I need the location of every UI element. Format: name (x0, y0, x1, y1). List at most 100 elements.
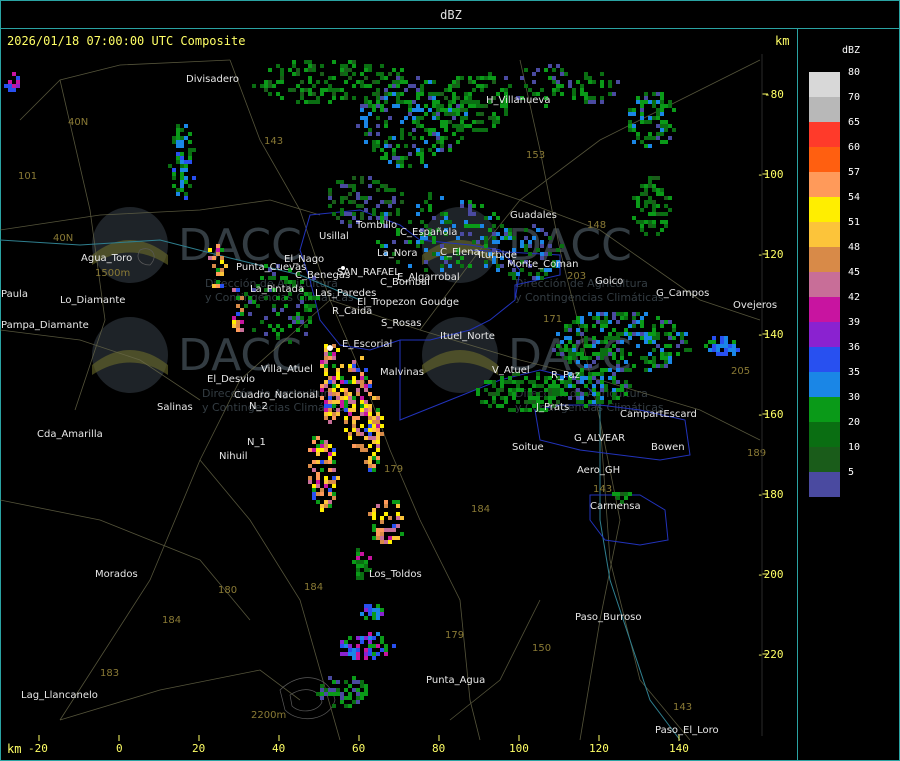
radar-echo-pixel (468, 104, 472, 108)
radar-echo-pixel (600, 356, 604, 360)
radar-echo-pixel (416, 88, 420, 92)
radar-echo-pixel (528, 88, 532, 92)
radar-echo-pixel (672, 128, 676, 132)
radar-echo-pixel (460, 264, 464, 268)
radar-echo-pixel (352, 380, 356, 384)
radar-echo-pixel (328, 84, 332, 88)
radar-echo-pixel (376, 428, 380, 432)
radar-echo-pixel (368, 432, 372, 436)
radar-echo-pixel (360, 696, 364, 700)
radar-echo-pixel (252, 84, 256, 88)
radar-echo-pixel (368, 408, 372, 412)
radar-echo-pixel (372, 528, 376, 532)
radar-echo-pixel (460, 108, 464, 112)
radar-echo-pixel (416, 108, 420, 112)
radar-echo-pixel (428, 204, 432, 208)
radar-echo-pixel (520, 408, 524, 412)
radar-echo-pixel (512, 236, 516, 240)
radar-echo-pixel (364, 208, 368, 212)
radar-echo-pixel (560, 352, 564, 356)
radar-echo-pixel (260, 320, 264, 324)
radar-echo-pixel (436, 140, 440, 144)
radar-echo-pixel (676, 344, 680, 348)
radar-echo-pixel (264, 84, 268, 88)
radar-echo-pixel (360, 640, 364, 644)
legend-swatch (809, 397, 840, 422)
radar-echo-pixel (656, 116, 660, 120)
radar-echo-pixel (576, 396, 580, 400)
radar-echo-pixel (580, 376, 584, 380)
radar-echo-pixel (388, 160, 392, 164)
radar-echo-pixel (524, 68, 528, 72)
radar-echo-pixel (332, 212, 336, 216)
legend-label: 36 (848, 342, 861, 353)
radar-echo-pixel (660, 124, 664, 128)
radar-echo-pixel (632, 124, 636, 128)
radar-echo-pixel (372, 452, 376, 456)
radar-echo-pixel (580, 324, 584, 328)
radar-echo-pixel (376, 652, 380, 656)
radar-echo-pixel (560, 68, 564, 72)
radar-echo-pixel (376, 616, 380, 620)
radar-echo-pixel (656, 192, 660, 196)
radar-echo-pixel (360, 576, 364, 580)
radar-echo-pixel (176, 188, 180, 192)
radar-echo-pixel (364, 404, 368, 408)
radar-echo-pixel (576, 316, 580, 320)
route-label: 184 (162, 615, 181, 626)
route-label: 40N (53, 233, 73, 244)
radar-map[interactable]: DACC DACC DACC Dirección de Agricultura … (0, 0, 798, 761)
radar-echo-pixel (616, 336, 620, 340)
radar-echo-pixel (592, 100, 596, 104)
radar-echo-pixel (608, 80, 612, 84)
radar-echo-pixel (176, 144, 180, 148)
radar-echo-pixel (416, 152, 420, 156)
radar-echo-pixel (328, 392, 332, 396)
radar-echo-pixel (432, 128, 436, 132)
radar-echo-pixel (388, 516, 392, 520)
radar-echo-pixel (176, 132, 180, 136)
radar-echo-pixel (396, 516, 400, 520)
radar-echo-pixel (352, 444, 356, 448)
radar-echo-pixel (420, 84, 424, 88)
radar-echo-pixel (332, 388, 336, 392)
radar-echo-pixel (424, 260, 428, 264)
radar-echo-pixel (708, 348, 712, 352)
radar-echo-pixel (8, 80, 12, 84)
radar-echo-pixel (644, 136, 648, 140)
radar-echo-pixel (648, 224, 652, 228)
radar-echo-pixel (184, 136, 188, 140)
radar-echo-pixel (232, 316, 236, 320)
town-label: Malvinas (380, 367, 424, 378)
town-label: Tombillo (355, 220, 397, 231)
radar-echo-pixel (472, 88, 476, 92)
radar-echo-pixel (680, 332, 684, 336)
radar-echo-pixel (724, 348, 728, 352)
radar-echo-pixel (380, 648, 384, 652)
radar-echo-pixel (452, 112, 456, 116)
radar-echo-pixel (320, 488, 324, 492)
radar-echo-pixel (356, 564, 360, 568)
town-label: Ovejeros (733, 300, 777, 311)
radar-echo-pixel (280, 328, 284, 332)
radar-echo-pixel (436, 116, 440, 120)
radar-echo-pixel (384, 200, 388, 204)
radar-echo-pixel (312, 460, 316, 464)
radar-echo-pixel (368, 392, 372, 396)
radar-echo-pixel (596, 316, 600, 320)
radar-echo-pixel (444, 212, 448, 216)
radar-echo-pixel (452, 100, 456, 104)
radar-echo-pixel (596, 352, 600, 356)
radar-echo-pixel (488, 72, 492, 76)
radar-echo-pixel (384, 152, 388, 156)
radar-echo-pixel (556, 248, 560, 252)
radar-echo-pixel (392, 80, 396, 84)
radar-echo-pixel (628, 352, 632, 356)
radar-echo-pixel (272, 328, 276, 332)
town-label: Usillal (319, 231, 349, 242)
radar-echo-pixel (348, 436, 352, 440)
radar-echo-pixel (320, 64, 324, 68)
radar-echo-pixel (476, 100, 480, 104)
radar-echo-pixel (368, 384, 372, 388)
radar-echo-pixel (368, 608, 372, 612)
